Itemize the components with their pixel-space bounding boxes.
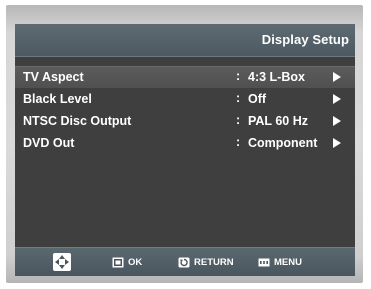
enter-icon [112,257,124,268]
menu-button[interactable]: MENU [258,256,302,269]
ok-label: OK [128,257,143,268]
menu-item-label: Black Level [23,92,92,106]
menu-item-label: NTSC Disc Output [23,114,132,128]
ok-button[interactable]: OK [112,256,142,269]
separator-colon: : [236,113,241,127]
menu-item-value: Component [248,136,318,150]
menu-item-value: Off [248,92,267,106]
return-icon [178,257,190,268]
menu-item-ntsc-disc-output[interactable]: NTSC Disc Output : PAL 60 Hz [15,110,355,132]
menu-item-label: DVD Out [23,136,75,150]
menu-item-label: TV Aspect [23,70,84,84]
header-bar: Display Setup [15,24,355,57]
menu-item-value: 4:3 L-Box [248,70,305,84]
return-label: RETURN [194,257,234,268]
menu-item-dvd-out[interactable]: DVD Out : Component [15,132,355,154]
arrow-right-icon[interactable] [333,72,341,82]
arrow-right-icon[interactable] [333,116,341,126]
dpad-icon [53,253,71,271]
arrow-right-icon[interactable] [333,94,341,104]
separator-colon: : [236,91,241,105]
separator-colon: : [236,135,241,149]
arrow-right-icon[interactable] [333,138,341,148]
menu-item-black-level[interactable]: Black Level : Off [15,88,355,110]
osd-screen: Display Setup TV Aspect : 4:3 L-Box Blac… [15,24,355,276]
return-button[interactable]: RETURN [178,256,234,269]
separator-colon: : [236,69,241,83]
footer-bar: OK RETURN MENU [15,247,355,276]
menu-icon [258,257,270,268]
menu-item-tv-aspect[interactable]: TV Aspect : 4:3 L-Box [15,66,355,88]
menu-label: MENU [274,257,302,268]
menu-item-value: PAL 60 Hz [248,114,308,128]
page-title: Display Setup [261,32,349,47]
settings-menu: TV Aspect : 4:3 L-Box Black Level : Off … [15,66,355,154]
